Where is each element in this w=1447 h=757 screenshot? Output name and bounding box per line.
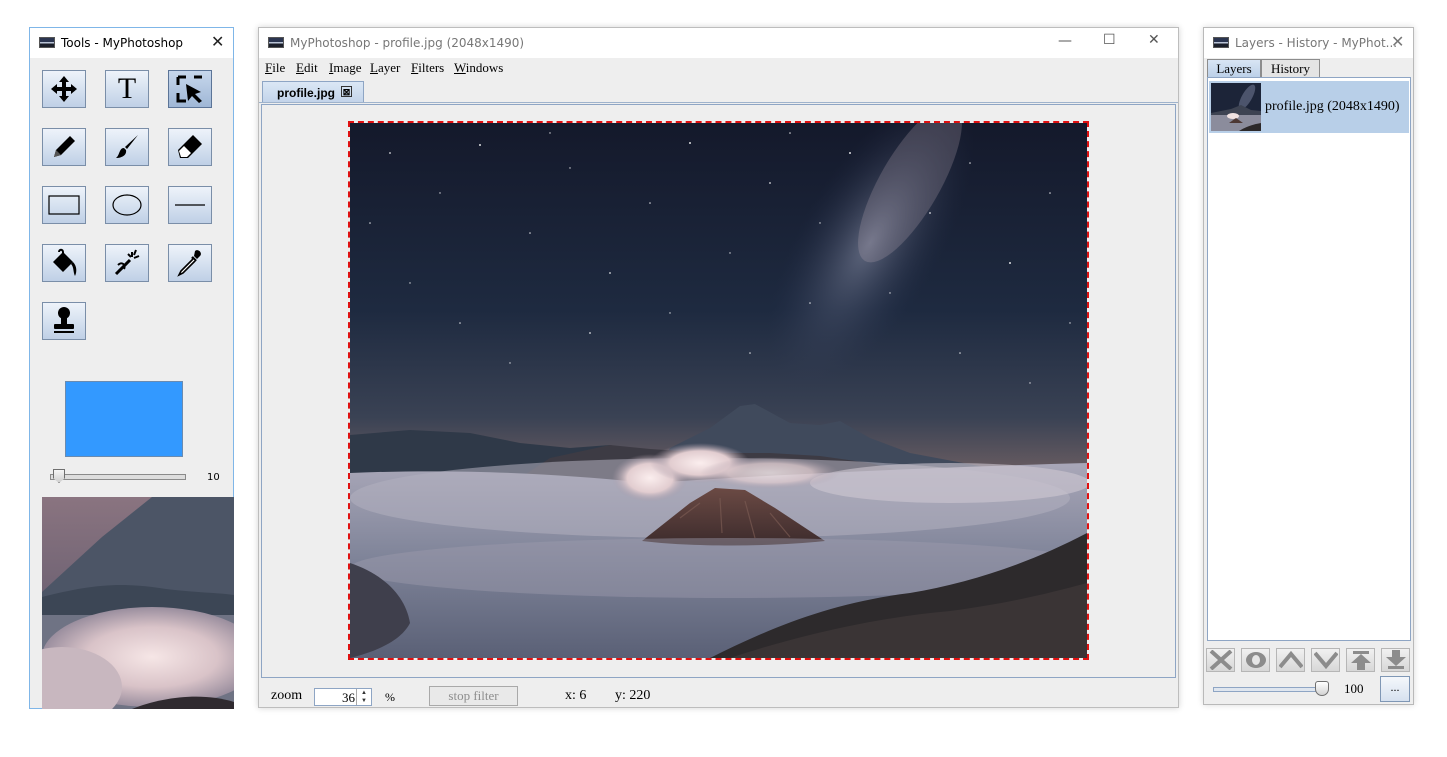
delete-layer-button[interactable] <box>1206 648 1235 672</box>
delete-x-icon <box>1209 650 1232 670</box>
maximize-icon[interactable]: ☐ <box>1103 32 1116 48</box>
canvas-area[interactable] <box>261 104 1176 678</box>
close-icon[interactable]: ✕ <box>1391 32 1404 51</box>
cursor-x-readout: x: 6 <box>565 688 587 703</box>
paint-bucket-tool-button[interactable] <box>42 244 86 282</box>
visibility-eye-icon <box>1245 652 1266 668</box>
status-bar: zoom 36 ▲ ▼ % stop filter x: 6 y: 220 <box>259 680 1178 708</box>
tab-profile-jpg[interactable]: profile.jpg ⊠ <box>262 81 364 102</box>
tab-label: profile.jpg <box>277 86 335 100</box>
main-window: MyPhotoshop - profile.jpg (2048x1490) — … <box>258 27 1179 708</box>
text-t-icon: T <box>117 72 137 105</box>
tools-titlebar[interactable]: Tools - MyPhotoshop ✕ <box>30 28 233 58</box>
eraser-icon <box>178 135 202 158</box>
tab-layers[interactable]: Layers <box>1207 59 1261 77</box>
magic-wand-icon <box>114 249 140 276</box>
magic-wand-tool-button[interactable] <box>105 244 149 282</box>
layers-titlebar[interactable]: Layers - History - MyPhot... ✕ <box>1204 28 1413 58</box>
main-titlebar[interactable]: MyPhotoshop - profile.jpg (2048x1490) — … <box>259 28 1178 58</box>
brush-size-value: 10 <box>207 472 220 483</box>
landscape-photo <box>350 123 1087 658</box>
rectangle-tool-button[interactable] <box>42 186 86 224</box>
tools-window-title: Tools - MyPhotoshop <box>61 36 184 50</box>
move-layer-up-button[interactable] <box>1276 648 1305 672</box>
ellipse-tool-button[interactable] <box>105 186 149 224</box>
toggle-visibility-button[interactable] <box>1241 648 1270 672</box>
layer-list[interactable]: profile.jpg (2048x1490) <box>1207 77 1411 641</box>
arrow-to-top-icon <box>1350 651 1371 670</box>
layers-window: Layers - History - MyPhot... ✕ Layers Hi… <box>1203 27 1414 705</box>
arrow-to-bottom-icon <box>1385 650 1406 669</box>
move-layer-down-button[interactable] <box>1311 648 1340 672</box>
navigator-image <box>42 497 234 709</box>
more-options-button[interactable]: ... <box>1380 676 1410 702</box>
document-tabs: profile.jpg ⊠ <box>259 78 1178 103</box>
menu-file[interactable]: File <box>265 60 285 76</box>
layer-row[interactable]: profile.jpg (2048x1490) <box>1209 81 1409 133</box>
menu-layer[interactable]: Layer <box>370 60 400 76</box>
menu-filters[interactable]: Filters <box>411 60 444 76</box>
chevron-up-icon <box>1278 650 1303 669</box>
move-arrows-icon <box>51 76 77 102</box>
image-canvas[interactable] <box>348 121 1089 660</box>
paint-bucket-icon <box>53 248 77 276</box>
slider-knob[interactable] <box>1315 681 1329 696</box>
cursor-y-readout: y: 220 <box>615 688 651 703</box>
move-layer-top-button[interactable] <box>1346 648 1375 672</box>
brush-icon <box>116 135 138 158</box>
minimize-icon[interactable]: — <box>1058 33 1072 49</box>
layer-name: profile.jpg (2048x1490) <box>1265 99 1400 114</box>
tab-history[interactable]: History <box>1261 59 1320 77</box>
line-tool-button[interactable] <box>168 186 212 224</box>
ellipse-icon <box>112 194 142 216</box>
slider-knob[interactable] <box>53 469 65 483</box>
eyedropper-icon <box>177 250 201 277</box>
app-icon <box>39 37 55 48</box>
select-arrow-icon <box>176 75 202 103</box>
selection-tool-button[interactable] <box>168 70 212 108</box>
menu-image[interactable]: Image <box>329 60 362 76</box>
tab-close-icon[interactable]: ⊠ <box>341 86 352 97</box>
zoom-label: zoom <box>271 688 303 703</box>
opacity-value: 100 <box>1344 681 1364 696</box>
navigator-preview[interactable] <box>42 497 234 709</box>
line-icon <box>175 204 205 206</box>
color-picker-swatch[interactable] <box>65 381 183 457</box>
menu-windows[interactable]: Windows <box>454 60 503 76</box>
tools-window: Tools - MyPhotoshop ✕ T 10 <box>29 27 234 709</box>
zoom-stepper[interactable]: 36 ▲ ▼ <box>314 688 372 706</box>
zoom-value[interactable]: 36 <box>342 690 355 706</box>
close-icon[interactable]: ✕ <box>211 32 224 51</box>
app-icon <box>268 37 284 48</box>
brush-tool-button[interactable] <box>105 128 149 166</box>
layers-window-title: Layers - History - MyPhot... <box>1235 36 1398 50</box>
menu-bar: File Edit Image Layer Filters Windows <box>259 58 1178 78</box>
eyedropper-tool-button[interactable] <box>168 244 212 282</box>
stamp-icon <box>54 307 74 333</box>
text-tool-button[interactable]: T <box>105 70 149 108</box>
layer-thumbnail <box>1211 83 1261 131</box>
main-window-title: MyPhotoshop - profile.jpg (2048x1490) <box>290 36 525 50</box>
pencil-icon <box>54 136 75 157</box>
move-tool-button[interactable] <box>42 70 86 108</box>
opacity-slider[interactable] <box>1213 681 1329 696</box>
pencil-tool-button[interactable] <box>42 128 86 166</box>
app-icon <box>1213 37 1229 48</box>
eraser-tool-button[interactable] <box>168 128 212 166</box>
move-layer-bottom-button[interactable] <box>1381 648 1410 672</box>
rectangle-icon <box>48 195 80 215</box>
stop-filter-button[interactable]: stop filter <box>429 686 518 706</box>
menu-edit[interactable]: Edit <box>296 60 318 76</box>
stamp-tool-button[interactable] <box>42 302 86 340</box>
zoom-spinner-arrows[interactable]: ▲ ▼ <box>356 689 371 705</box>
close-icon[interactable]: ✕ <box>1148 32 1160 48</box>
brush-size-slider[interactable] <box>50 469 186 483</box>
chevron-down-icon <box>1313 651 1338 670</box>
zoom-percent-label: % <box>385 690 395 704</box>
